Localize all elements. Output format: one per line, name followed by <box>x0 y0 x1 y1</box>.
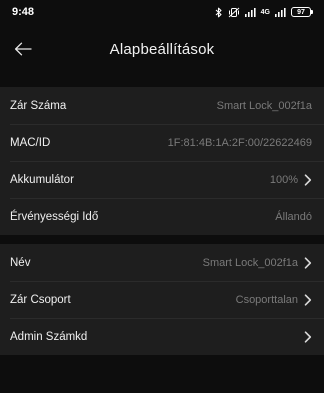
row-label: Zár Száma <box>10 99 67 112</box>
bluetooth-icon <box>215 7 223 18</box>
lock-info-section: Zár Száma Smart Lock_002f1a MAC/ID 1F:81… <box>0 87 324 235</box>
row-value: 1F:81:4B:1A:2F:00/22622469 <box>167 136 312 149</box>
battery-row[interactable]: Akkumulátor 100% <box>0 161 324 198</box>
row-value: Csoporttalan <box>235 293 298 306</box>
arrow-left-icon <box>14 42 32 56</box>
vibrate-off-icon <box>228 7 240 18</box>
row-label: Érvényességi Idő <box>10 210 99 223</box>
app-header: Alapbeállítások <box>0 24 324 74</box>
lock-group-row[interactable]: Zár Csoport Csoporttalan <box>0 281 324 318</box>
row-right: Smart Lock_002f1a <box>217 100 312 112</box>
name-row[interactable]: Név Smart Lock_002f1a <box>0 244 324 281</box>
chevron-right-icon <box>304 173 312 186</box>
battery-level: 97 <box>297 8 305 16</box>
signal-icon <box>244 7 256 17</box>
status-time: 9:48 <box>12 6 35 18</box>
row-label: Név <box>10 256 31 269</box>
row-right: Smart Lock_002f1a <box>203 257 312 269</box>
row-value: 100% <box>269 173 298 186</box>
status-icons: 4G 97 <box>215 7 313 18</box>
screen: 9:48 4G 97 Alapbeállítások Zár Száma Sma… <box>0 0 324 393</box>
row-right: 1F:81:4B:1A:2F:00/22622469 <box>168 137 312 149</box>
row-value: Állandó <box>275 210 312 223</box>
back-button[interactable] <box>10 36 36 62</box>
lock-number-row: Zár Száma Smart Lock_002f1a <box>0 87 324 124</box>
chevron-right-icon <box>304 293 312 306</box>
admin-code-row[interactable]: Admin Számkd <box>0 318 324 355</box>
row-right: Állandó <box>275 211 312 223</box>
row-right <box>298 330 312 343</box>
validity-row: Érvényességi Idő Állandó <box>0 198 324 235</box>
mac-id-row: MAC/ID 1F:81:4B:1A:2F:00/22622469 <box>0 124 324 161</box>
row-label: Zár Csoport <box>10 293 71 306</box>
status-bar: 9:48 4G 97 <box>0 0 324 24</box>
row-right: 100% <box>270 174 312 186</box>
row-value: Smart Lock_002f1a <box>202 256 298 269</box>
row-label: Akkumulátor <box>10 173 74 186</box>
signal-icon-2 <box>275 7 286 17</box>
row-label: Admin Számkd <box>10 330 88 343</box>
chevron-right-icon <box>304 256 312 269</box>
network-type-label: 4G <box>260 8 270 16</box>
row-right: Csoporttalan <box>236 294 312 306</box>
row-label: MAC/ID <box>10 136 51 149</box>
chevron-right-icon <box>304 330 312 343</box>
lock-settings-section: Név Smart Lock_002f1a Zár Csoport Csopor… <box>0 244 324 355</box>
row-value: Smart Lock_002f1a <box>216 99 312 112</box>
page-title: Alapbeállítások <box>109 40 215 58</box>
battery-icon: 97 <box>291 7 313 17</box>
